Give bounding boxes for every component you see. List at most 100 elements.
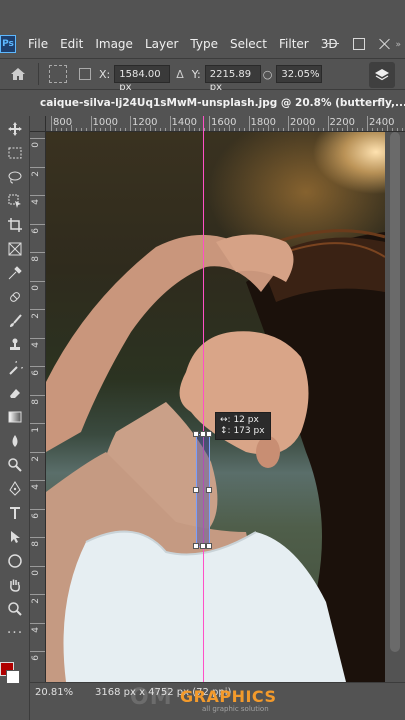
ruler-v-label: 8 <box>31 256 41 262</box>
ruler-v-label: 8 <box>31 398 41 405</box>
ruler-tick <box>75 128 77 131</box>
ruler-tick <box>278 128 280 131</box>
more-tools-icon[interactable]: ··· <box>3 622 27 644</box>
ruler-tick <box>30 651 45 652</box>
ruler-tick <box>134 128 136 131</box>
menu-filter[interactable]: Filter <box>279 37 309 51</box>
ruler-tick <box>105 128 107 131</box>
object-selection-tool-icon[interactable] <box>3 190 27 212</box>
reference-checkbox[interactable] <box>79 68 91 80</box>
lasso-tool-icon[interactable] <box>3 166 27 188</box>
reference-point-icon[interactable] <box>49 65 67 83</box>
ruler-tick <box>322 128 324 131</box>
ruler-tick <box>30 480 45 481</box>
type-tool-icon[interactable] <box>3 502 27 524</box>
gradient-tool-icon[interactable] <box>3 406 27 428</box>
vertical-guide[interactable] <box>203 116 204 682</box>
photoshop-logo: Ps <box>0 35 16 53</box>
ruler-tick <box>125 128 127 131</box>
scroll-thumb[interactable] <box>390 132 400 652</box>
ruler-tick <box>258 128 260 131</box>
history-brush-tool-icon[interactable] <box>3 358 27 380</box>
horizontal-ruler[interactable]: 800 1000 1200 1400 1600 1800 2000 2200 2400 <box>46 116 405 132</box>
brush-tool-icon[interactable] <box>3 310 27 332</box>
zoom-level[interactable]: 20.81% <box>35 687 73 698</box>
ruler-tick <box>169 116 171 131</box>
vertical-scrollbar[interactable] <box>385 132 405 682</box>
path-selection-tool-icon[interactable] <box>3 526 27 548</box>
clone-stamp-tool-icon[interactable] <box>3 334 27 356</box>
marquee-tool-icon[interactable] <box>3 142 27 164</box>
width-scale-icon[interactable]: ○ <box>263 68 273 81</box>
ruler-tick <box>65 128 67 131</box>
ruler-tick <box>80 128 82 131</box>
pen-tool-icon[interactable] <box>3 478 27 500</box>
zoom-tool-icon[interactable] <box>3 598 27 620</box>
menu-file[interactable]: File <box>28 37 48 51</box>
ruler-corner <box>30 116 46 132</box>
ruler-tick <box>194 128 196 131</box>
document-tab[interactable]: caique-silva-lj24Uq1sMwM-unsplash.jpg @ … <box>30 90 405 116</box>
ruler-tick <box>30 195 45 196</box>
menu-image[interactable]: Image <box>95 37 133 51</box>
ruler-v-label: 0 <box>31 569 41 576</box>
ruler-tick <box>376 128 378 131</box>
x-field[interactable]: 1584.00 px <box>114 65 171 93</box>
ruler-tick <box>30 252 45 253</box>
crop-tool-icon[interactable] <box>3 214 27 236</box>
ruler-tick <box>199 128 201 131</box>
menu-select[interactable]: Select <box>230 37 267 51</box>
dodge-tool-icon[interactable] <box>3 454 27 476</box>
y-label: Y: <box>191 67 201 81</box>
maximize-icon[interactable] <box>353 38 365 50</box>
ruler-tick <box>95 128 97 131</box>
width-scale-field[interactable]: 32.05% <box>276 65 323 83</box>
move-tool-icon[interactable] <box>3 118 27 140</box>
transform-handle[interactable] <box>206 431 212 437</box>
home-icon[interactable] <box>4 60 32 88</box>
ruler-v-label: 2 <box>31 170 41 177</box>
delta-icon[interactable]: Δ <box>176 68 184 81</box>
ruler-v-label: 0 <box>31 142 41 148</box>
transform-handle[interactable] <box>193 487 199 493</box>
ruler-tick <box>30 537 45 538</box>
vertical-ruler[interactable]: 0 2 4 6 8 0 2 4 6 8 1 2 4 6 8 0 2 4 6 <box>30 132 46 682</box>
ruler-v-label: 4 <box>31 199 41 205</box>
options-bar: X: 1584.00 px Δ Y: 2215.89 px ○ 32.05% <box>0 58 405 93</box>
panel-collapse-icon[interactable]: » <box>395 40 401 50</box>
transform-handle[interactable] <box>206 487 212 493</box>
color-swatches[interactable] <box>0 660 30 700</box>
close-icon[interactable] <box>379 38 391 50</box>
ruler-tick <box>85 128 87 131</box>
ruler-tick <box>213 128 215 131</box>
document-canvas[interactable] <box>46 132 385 682</box>
ruler-v-label: 6 <box>31 370 41 376</box>
transform-handle[interactable] <box>193 431 199 437</box>
minimize-icon[interactable] <box>327 38 339 44</box>
eyedropper-tool-icon[interactable] <box>3 262 27 284</box>
ruler-tick <box>263 128 265 131</box>
ruler-tick <box>130 116 131 131</box>
menu-edit[interactable]: Edit <box>60 37 83 51</box>
ellipse-tool-icon[interactable] <box>3 550 27 572</box>
layers-icon[interactable] <box>369 62 395 88</box>
healing-brush-tool-icon[interactable] <box>3 286 27 308</box>
eraser-tool-icon[interactable] <box>3 382 27 404</box>
y-field[interactable]: 2215.89 px <box>204 65 261 93</box>
ruler-tick <box>268 125 270 131</box>
menu-layer[interactable]: Layer <box>145 37 178 51</box>
background-color[interactable] <box>6 670 20 684</box>
ruler-tick <box>396 128 398 131</box>
transform-handle[interactable] <box>193 543 199 549</box>
menu-type[interactable]: Type <box>190 37 218 51</box>
ruler-tick <box>347 125 349 131</box>
ruler-tick <box>30 594 45 595</box>
transform-handle[interactable] <box>206 543 212 549</box>
ruler-tick <box>228 125 230 131</box>
ruler-tick <box>30 423 45 424</box>
ruler-tick <box>327 116 329 131</box>
ruler-tick <box>253 128 255 131</box>
blur-tool-icon[interactable] <box>3 430 27 452</box>
frame-tool-icon[interactable] <box>3 238 27 260</box>
hand-tool-icon[interactable] <box>3 574 27 596</box>
